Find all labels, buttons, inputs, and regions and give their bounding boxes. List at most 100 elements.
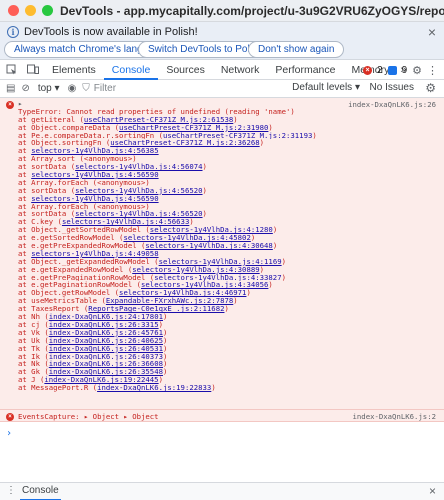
stack-line: at Tk (index-DxaQnLK6.js:26:40531) [18, 345, 438, 353]
stack-source-link[interactable]: index-DxaQnLK6.js:26:3315 [49, 321, 159, 329]
more-options-icon[interactable]: ⋮ [427, 64, 438, 77]
stack-line-suffix: ) [163, 368, 168, 377]
stack-line-text: at Object._getExpandedRowModel ( [18, 257, 159, 266]
stack-source-link[interactable]: selectors-1y4VlhDa.js:4:49058 [31, 250, 158, 258]
stack-line-text: at e.getPreExpandedRowModel ( [18, 242, 146, 250]
stack-source-link[interactable]: selectors-1y4VlhDa.js:4:56520 [75, 187, 202, 195]
stack-line-suffix: ) [163, 328, 168, 337]
dont-show-again-button[interactable]: Don't show again [248, 41, 345, 58]
expand-error-arrow[interactable]: ▸ [18, 100, 438, 108]
stack-source-link[interactable]: index-DxaQnLK6.js:26:40373 [49, 353, 163, 361]
stack-line: at Nh (index-DxaQnLK6.js:24:17801) [18, 313, 438, 321]
stack-line-text: at Object._getSortedRowModel ( [18, 226, 150, 235]
events-capture-text[interactable]: EventsCapture: ▸ Object ▸ Object [18, 412, 159, 421]
console-prompt[interactable]: › [6, 428, 12, 439]
stack-source-link[interactable]: index-DxaQnLK6.js:26:40531 [49, 345, 163, 353]
stack-source-link[interactable]: selectors-1y4VlhDa.js:4:56520 [75, 210, 202, 218]
tab-network[interactable]: Network [213, 60, 268, 80]
error-icon: × [363, 65, 372, 75]
stack-source-link[interactable]: selectors-1y4VlhDa.js:4:56633 [62, 218, 189, 226]
stack-line-text: at e.getExpandedRowModel ( [18, 265, 133, 274]
stack-source-link[interactable]: selectors-1y4VlhDa.js:4:33827 [154, 274, 281, 282]
stack-source-link[interactable]: index-DxaQnLK6.js:26:36608 [49, 360, 163, 368]
close-icon[interactable]: × [428, 24, 436, 40]
stack-line: at selectors-1y4VlhDa.js:4:49058 [18, 250, 438, 258]
stack-source-link[interactable]: Expandable-FXrxhAWc.js:2:7878 [106, 297, 233, 305]
drawer-menu-icon[interactable]: ⋮ [6, 485, 16, 496]
error-count[interactable]: 2 [377, 65, 383, 76]
stack-line-text: at Pe.e.compareData.r.sortingFn ( [18, 131, 163, 140]
sidebar-toggle-icon[interactable]: ▤ [6, 83, 15, 94]
stack-source-link[interactable]: index-DxaQnLK6.js:19:22833 [97, 384, 211, 392]
stack-source-link[interactable]: selectors-1y4VlhDa.js:4:56590 [31, 195, 158, 203]
stack-source-link[interactable]: selectors-1y4VlhDa.js:4:1169 [159, 258, 282, 266]
stack-line: at Array.forEach (<anonymous>) [18, 203, 438, 211]
live-expression-icon[interactable]: ◉ [68, 83, 77, 94]
stack-source-link[interactable]: selectors-1y4VlhDa.js:4:45802 [123, 234, 250, 242]
stack-line: at Array.forEach (<anonymous>) [18, 179, 438, 187]
stack-source-link[interactable]: ReportsPage-C0e1qxE_.js:2:11682 [88, 305, 224, 313]
stack-line-suffix: ) [202, 186, 207, 195]
tab-elements[interactable]: Elements [44, 60, 104, 80]
stack-source-link[interactable]: index-DxaQnLK6.js:19:22445 [44, 376, 158, 384]
stack-line-text: at [18, 194, 32, 203]
stack-line-text: at Nk ( [18, 360, 49, 369]
error-icon: × [6, 413, 14, 421]
stack-source-link[interactable]: index-DxaQnLK6.js:26:40625 [49, 337, 163, 345]
stack-source-link[interactable]: selectors-1y4VlhDa.js:4:46971 [119, 289, 246, 297]
stack-line-text: at Object.sortingFn ( [18, 139, 111, 148]
inspect-element-icon[interactable] [0, 60, 22, 80]
stack-source-link[interactable]: selectors-1y4VlhDa.js:4:56385 [31, 147, 158, 155]
stack-source-link[interactable]: selectors-1y4VlhDa.js:4:34056 [141, 281, 268, 289]
console-settings-icon[interactable]: ⚙ [425, 81, 436, 95]
stack-line-text: at Tk ( [18, 344, 49, 353]
stack-source-link[interactable]: index-DxaQnLK6.js:26:35548 [49, 368, 163, 376]
clear-console-icon[interactable]: ⊘ [21, 83, 29, 94]
context-selector[interactable]: top ▾ [38, 83, 60, 94]
info-icon: i [7, 26, 19, 38]
stack-source-link[interactable]: useChartPreset-CF371Z_M.js:2:31193 [163, 132, 312, 140]
drawer-bar: ⋮ Console × [0, 482, 444, 500]
device-toolbar-icon[interactable] [22, 60, 44, 80]
stack-line-text: at sortData ( [18, 163, 76, 172]
stack-source-link[interactable]: index-DxaQnLK6.js:26:45761 [49, 329, 163, 337]
issues-indicator[interactable]: No Issues [370, 82, 414, 93]
stack-line-text: at e.getSortedRowModel ( [18, 234, 124, 243]
stack-source-link[interactable]: useChartPreset-CF371Z_M.js:2:36268 [110, 139, 259, 147]
stack-source-link[interactable]: useChartPreset-CF371Z_M.js:2:61538 [84, 116, 233, 124]
stack-line: at Object.compareData (useChartPreset-CF… [18, 124, 438, 132]
stack-source-link[interactable]: selectors-1y4VlhDa.js:4:30648 [145, 242, 272, 250]
message-icon [387, 65, 397, 75]
tab-performance[interactable]: Performance [267, 60, 343, 80]
stack-source-link[interactable]: selectors-1y4VlhDa.js:4:1280 [150, 226, 273, 234]
stack-line-suffix: ) [211, 384, 216, 392]
stack-source-link[interactable]: selectors-1y4VlhDa.js:4:30889 [132, 266, 259, 274]
stack-line-suffix: ) [158, 376, 163, 385]
close-drawer-icon[interactable]: × [429, 484, 436, 498]
stack-line: at Object.getRowModel (selectors-1y4VlhD… [18, 289, 438, 297]
stack-source-link[interactable]: selectors-1y4VlhDa.js:4:56074 [75, 163, 202, 171]
stack-line-text: at Array.forEach (<anonymous>) [18, 202, 150, 211]
filter-input[interactable]: ⛉ Filter [82, 83, 242, 94]
stack-source-link[interactable]: index-DxaQnLK6.js:24:17801 [49, 313, 163, 321]
stack-line: at e.getPrePaginationRowModel (selectors… [18, 274, 438, 282]
stack-source-link[interactable]: useChartPreset-CF371Z_M.js:2:31980 [119, 124, 268, 132]
log-levels-dropdown[interactable]: Default levels ▾ [292, 82, 360, 93]
tab-sources[interactable]: Sources [158, 60, 213, 80]
tab-console[interactable]: Console [103, 60, 159, 80]
stack-line-suffix: ) [233, 115, 238, 124]
stack-line-suffix: ) [189, 218, 194, 227]
drawer-tab-console[interactable]: Console [20, 483, 61, 500]
stack-line-suffix: ) [250, 234, 256, 243]
language-infobar: i DevTools is now available in Polish! ×… [0, 22, 444, 60]
stack-line: at MessagePort.R (index-DxaQnLK6.js:19:2… [18, 384, 438, 392]
stack-line-suffix: ) [272, 226, 278, 235]
status-counters: × 2 9 ⚙ ⋮ [363, 60, 444, 80]
stack-trace: ▸ TypeError: Cannot read properties of u… [18, 100, 438, 392]
events-capture-source-link[interactable]: index-DxaQnLK6.js:2 [353, 412, 436, 421]
stack-line-text: at e.getPrePaginationRowModel ( [18, 273, 155, 282]
message-count[interactable]: 9 [402, 65, 408, 76]
settings-gear-icon[interactable]: ⚙ [412, 64, 422, 77]
stack-source-link[interactable]: selectors-1y4VlhDa.js:4:56590 [31, 171, 158, 179]
stack-line-suffix: ) [268, 123, 273, 132]
